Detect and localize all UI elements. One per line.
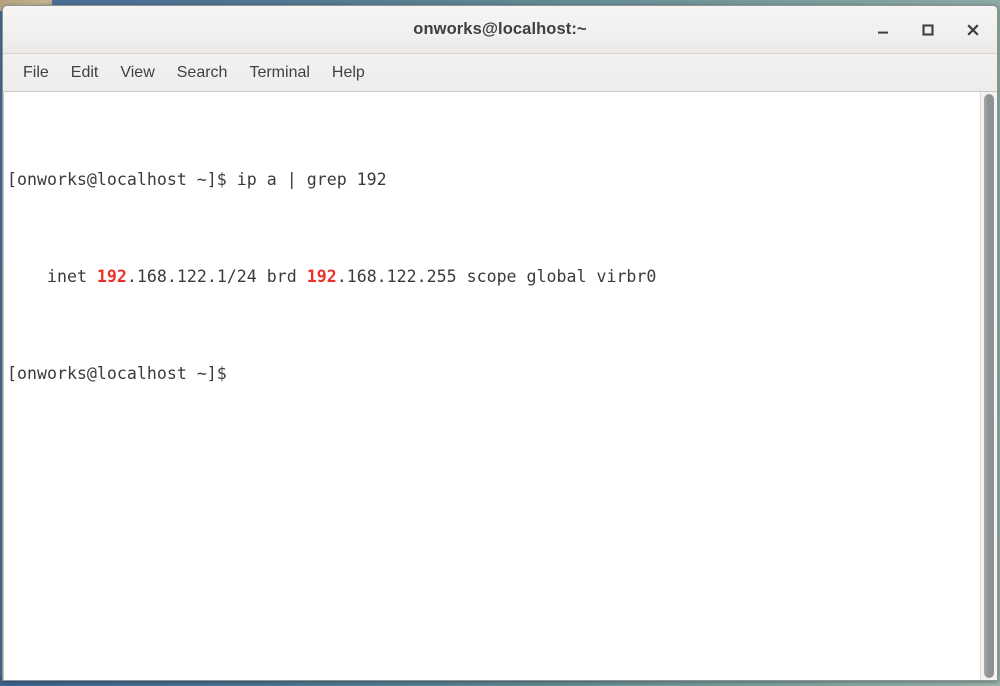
menu-item-file[interactable]: File [12,60,60,86]
window-controls [871,6,985,53]
grep-match-2: 192 [306,267,337,287]
terminal-screen[interactable]: [onworks@localhost ~]$ ip a | grep 192 i… [4,92,980,680]
minimize-icon[interactable] [871,18,895,42]
window-titlebar[interactable]: onworks@localhost:~ [3,6,997,54]
terminal-line-prompt: [onworks@localhost ~]$ [7,362,980,386]
output-segment-address: .168.122.1/24 brd [126,267,307,287]
output-indent [7,267,47,286]
shell-prompt-current: [onworks@localhost ~]$ [7,364,227,384]
menu-item-edit[interactable]: Edit [60,60,110,86]
maximize-icon[interactable] [916,18,940,42]
terminal-line-output: inet 192.168.122.1/24 brd 192.168.122.25… [7,265,980,289]
output-segment-broadcast: .168.122.255 scope global virbr0 [336,267,657,287]
scrollbar-thumb[interactable] [984,94,994,678]
shell-prompt: [onworks@localhost ~]$ [7,169,227,189]
terminal-line-command: [onworks@localhost ~]$ ip a | grep 192 [7,168,980,192]
menu-item-view[interactable]: View [109,60,165,86]
terminal-window: onworks@localhost:~ File Edit View Searc… [2,5,998,681]
terminal-body: [onworks@localhost ~]$ ip a | grep 192 i… [3,92,997,680]
output-segment-inet: inet [46,267,97,287]
terminal-scrollbar[interactable] [980,92,997,680]
menu-item-terminal[interactable]: Terminal [238,60,320,86]
menubar: File Edit View Search Terminal Help [3,54,997,92]
grep-match-1: 192 [96,267,127,287]
shell-command: ip a | grep 192 [236,169,387,189]
menu-item-help[interactable]: Help [321,60,376,86]
window-title: onworks@localhost:~ [413,20,587,38]
menu-item-search[interactable]: Search [166,60,239,86]
close-icon[interactable] [961,18,985,42]
